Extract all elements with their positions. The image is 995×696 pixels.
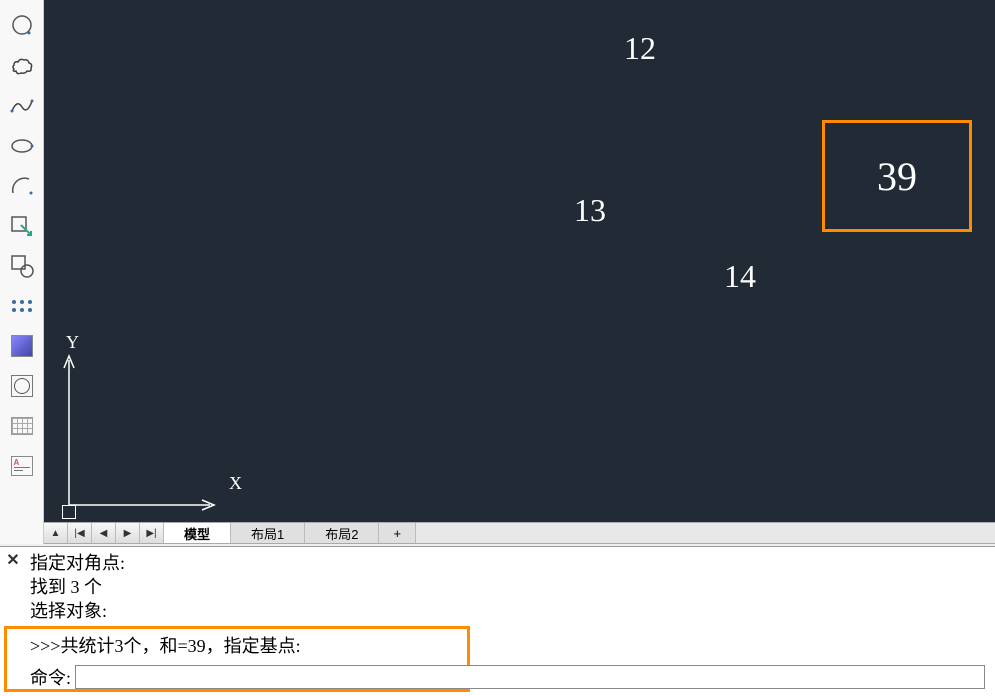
command-input[interactable] [75,665,985,689]
rect-circle-tool[interactable] [6,252,38,280]
arc-tool[interactable] [6,172,38,200]
tab-nav-up[interactable]: ▲ [44,523,68,543]
ucs-origin-icon [62,505,76,519]
text-tool[interactable]: A [6,452,38,480]
cloud-tool[interactable] [6,52,38,80]
tab-layout2[interactable]: 布局2 [305,523,379,543]
spline-tool[interactable] [6,92,38,120]
drawing-canvas[interactable]: 12 13 14 39 Y X [44,0,995,522]
tab-nav-prev[interactable]: ◀ [92,523,116,543]
block-insert-tool[interactable] [6,212,38,240]
canvas-number-13[interactable]: 13 [574,192,606,229]
command-prompt-label: 命令: [30,664,71,690]
command-history-line: 找到 3 个 [30,575,985,599]
tab-nav-next[interactable]: ▶ [116,523,140,543]
gradient-tool[interactable] [6,332,38,360]
tab-add[interactable]: + [379,523,416,543]
ellipse-tool[interactable] [6,132,38,160]
command-history-line: 指定对角点: [30,551,985,575]
command-sum-line: >>>共统计3个，和=39，指定基点: [30,632,301,658]
points-tool[interactable] [6,292,38,320]
tab-layout1[interactable]: 布局1 [231,523,305,543]
command-history: 指定对角点: 找到 3 个 选择对象: [30,551,985,623]
left-toolbar: A [0,0,44,544]
command-close-icon[interactable]: ✕ [4,551,22,569]
sum-result-value: 39 [877,153,917,200]
box-circle-tool[interactable] [6,372,38,400]
tab-nav-last[interactable]: ▶| [140,523,164,543]
circle-tool[interactable] [6,12,38,40]
command-input-row: 命令: [30,664,985,690]
command-history-line: 选择对象: [30,599,985,623]
layout-tabs-bar: ▲ |◀ ◀ ▶ ▶| 模型 布局1 布局2 + [44,522,995,544]
canvas-number-12[interactable]: 12 [624,30,656,67]
grid-tool[interactable] [6,412,38,440]
tab-nav-first[interactable]: |◀ [68,523,92,543]
canvas-number-14[interactable]: 14 [724,258,756,295]
tab-model[interactable]: 模型 [164,523,231,543]
sum-result-box: 39 [822,120,972,232]
ucs-icon: Y X [62,332,242,512]
